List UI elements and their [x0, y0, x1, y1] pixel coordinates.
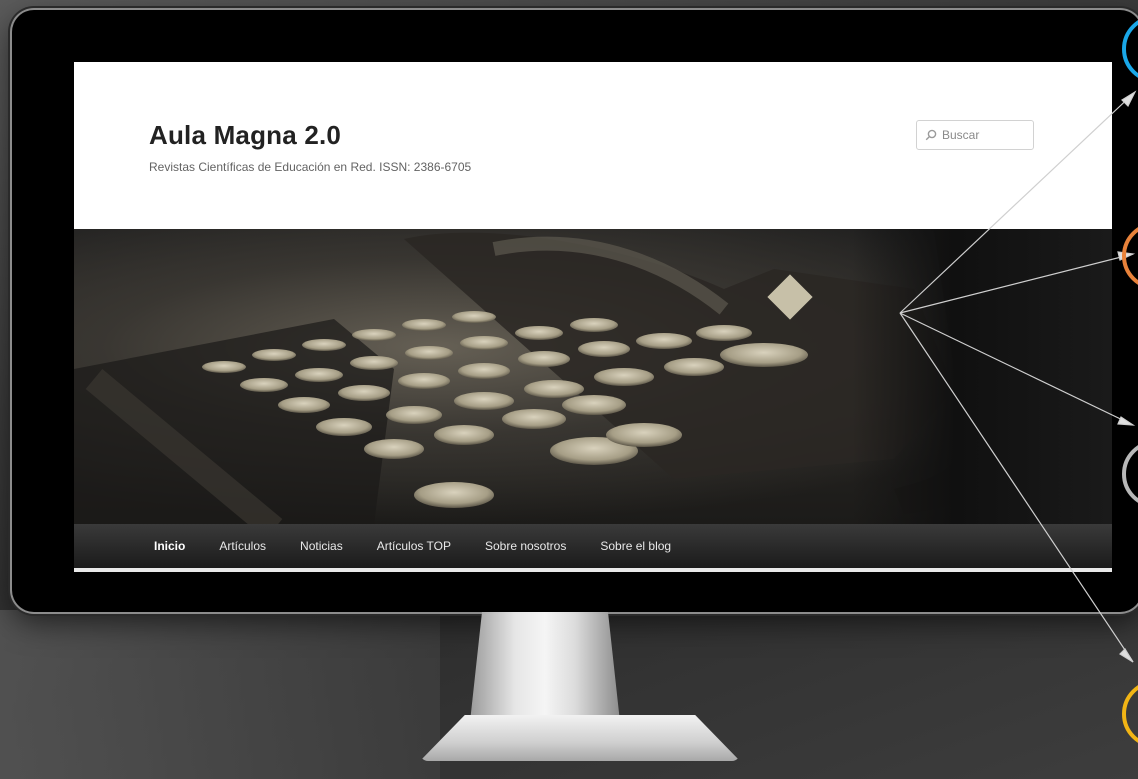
annotation-lines — [899, 90, 1137, 663]
